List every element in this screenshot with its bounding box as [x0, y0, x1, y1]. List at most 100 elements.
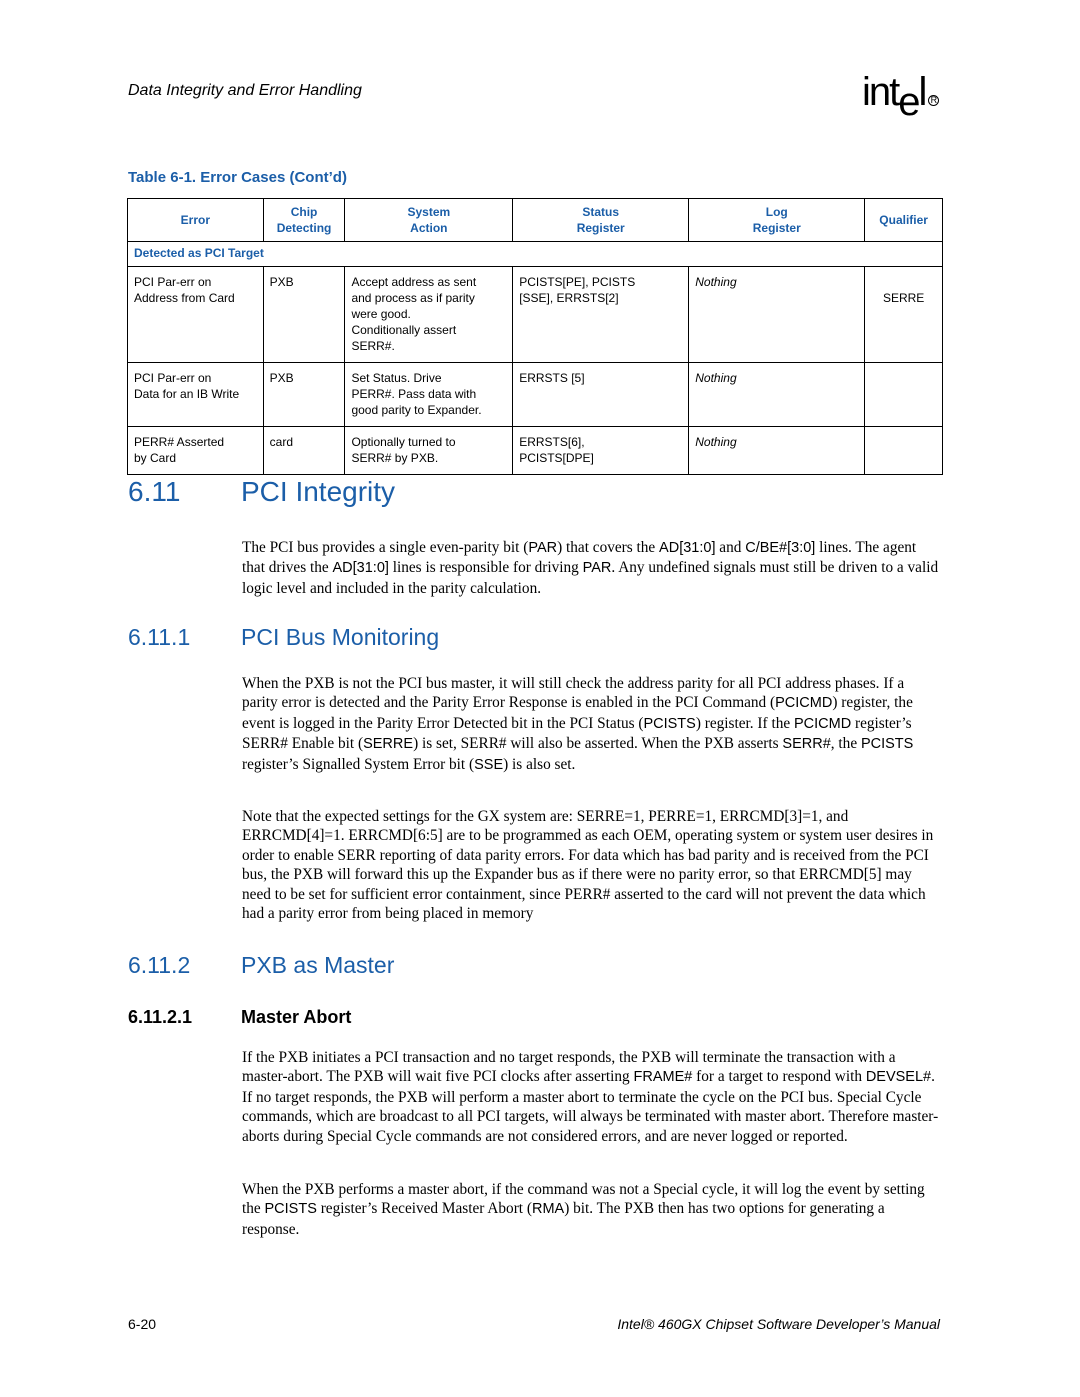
col-header-log: Log Register — [688, 198, 866, 242]
paragraph-pci-integrity: The PCI bus provides a single even-parit… — [242, 538, 942, 598]
col-header-label: System — [407, 205, 451, 219]
section-number: 6.11.1 — [128, 624, 191, 650]
register-name: PCICMD — [793, 715, 852, 732]
signal-name: PAR — [528, 540, 558, 556]
col-header-label: Detecting — [276, 221, 332, 235]
section-number: 6.11.2 — [128, 952, 191, 978]
text-run: for a target to respond with — [692, 1068, 866, 1086]
signal-name: AD[31:0] — [659, 540, 716, 556]
col-header-label: Error — [180, 213, 210, 227]
heading-6-11-2-1: 6.11.2.1 Master Abort — [128, 1007, 351, 1028]
col-header-label: Action — [410, 221, 448, 235]
signal-name: PAR — [582, 560, 612, 577]
cell-action: Accept address as sent and process as if … — [344, 266, 514, 363]
cell-qualifier — [864, 362, 943, 427]
section-title: PCI Bus Monitoring — [241, 624, 440, 650]
section-number: 6.11 — [128, 476, 181, 507]
table-caption: Table 6-1. Error Cases (Cont’d) — [128, 169, 347, 186]
cell-line: SERRE — [882, 291, 925, 305]
register-name: PCISTS — [643, 715, 696, 732]
cell-error: PERR# Asserted by Card — [127, 426, 264, 475]
cell-line: SERR# by PXB. — [351, 451, 439, 465]
register-name: PCISTS — [860, 736, 914, 753]
register-name: PCICMD — [775, 695, 833, 712]
text-run: The PCI bus provides a single even-parit… — [242, 539, 529, 556]
col-header-error: Error — [127, 198, 264, 242]
cell-status: ERRSTS[6], PCISTS[DPE] — [512, 426, 690, 475]
col-header-system: System Action — [344, 198, 514, 242]
cell-line: Accept address as sent — [351, 275, 477, 289]
signal-name: DEVSEL# — [865, 1069, 932, 1086]
section-title: Master Abort — [241, 1007, 352, 1027]
register-name: PCISTS — [264, 1201, 317, 1218]
text-run: ) is also set. — [503, 755, 576, 773]
col-header-label: Status — [582, 205, 620, 219]
heading-6-11: 6.11 PCI Integrity — [128, 476, 395, 508]
cell-status: ERRSTS [5] — [512, 362, 690, 427]
register-name: SERRE — [363, 736, 414, 753]
paragraph-bus-monitoring-1: When the PXB is not the PCI bus master, … — [242, 674, 942, 775]
col-header-qualifier: Qualifier — [864, 198, 943, 242]
cell-chip: PXB — [262, 362, 346, 427]
cell-line: PCISTS[PE], PCISTS — [519, 275, 636, 289]
error-cases-table: Error Chip Detecting System Action Status R… — [127, 198, 943, 475]
cell-line: PCI Par-err on — [134, 371, 212, 385]
signal-name: FRAME# — [633, 1069, 693, 1086]
cell-line: ERRSTS[6], — [519, 435, 585, 449]
table-row: PERR# Asserted by Card card Optionally tu… — [127, 426, 943, 475]
col-header-label: Register — [576, 221, 625, 235]
text-run: lines is responsible for driving — [388, 559, 583, 577]
section-title: PXB as Master — [241, 952, 395, 978]
cell-line: PERR# Asserted — [134, 435, 225, 449]
text-run: register’s Signalled System Error bit ( — [242, 755, 475, 773]
register-name: SSE — [474, 756, 504, 773]
cell-log: Nothing — [688, 266, 866, 363]
group-label: Detected as PCI Target — [127, 241, 943, 267]
cell-line: Address from Card — [134, 291, 235, 305]
cell-line: PERR#. Pass data with — [351, 387, 477, 401]
signal-name: AD[31:0] — [332, 560, 389, 577]
heading-6-11-1: 6.11.1 PCI Bus Monitoring — [128, 624, 439, 651]
paragraph-master-abort-1: If the PXB initiates a PCI transaction a… — [242, 1048, 942, 1146]
table-row: PCI Par-err on Address from Card PXB Acce… — [127, 266, 943, 363]
section-number: 6.11.2.1 — [128, 1007, 193, 1027]
cell-line: PCI Par-err on — [134, 275, 212, 289]
cell-log: Nothing — [688, 362, 866, 427]
manual-title: Intel® 460GX Chipset Software Developer’… — [617, 1316, 940, 1332]
col-header-status: Status Register — [512, 198, 690, 242]
signal-name: C/BE#[3:0] — [745, 540, 816, 556]
signal-name: SERR# — [782, 736, 831, 753]
text-run: ) that covers the — [557, 539, 660, 556]
cell-line: [SSE], ERRSTS[2] — [519, 291, 619, 305]
intel-logo: intel R — [862, 70, 940, 124]
cell-line: by Card — [134, 451, 177, 465]
section-title: PCI Integrity — [241, 476, 396, 507]
running-header: Data Integrity and Error Handling — [128, 82, 362, 99]
cell-line: Conditionally assert — [351, 323, 457, 337]
cell-line: Optionally turned to — [351, 435, 456, 449]
logo-text: int — [862, 70, 900, 114]
logo-tail: l — [918, 70, 928, 114]
cell-line: were good. — [351, 307, 411, 321]
cell-error: PCI Par-err on Address from Card — [127, 266, 264, 363]
cell-status: PCISTS[PE], PCISTS [SSE], ERRSTS[2] — [512, 266, 690, 363]
col-header-label: Chip — [290, 205, 318, 219]
cell-line: Data for an IB Write — [134, 387, 240, 401]
table-group-row: Detected as PCI Target — [127, 241, 943, 267]
paragraph-bus-monitoring-2: Note that the expected settings for the … — [242, 808, 934, 923]
text-run: , the — [830, 735, 861, 753]
paragraph-master-abort-2: When the PXB performs a master abort, if… — [242, 1180, 942, 1239]
table-header-row: Error Chip Detecting System Action Status R… — [127, 198, 943, 242]
cell-chip: card — [262, 426, 346, 475]
table-row: PCI Par-err on Data for an IB Write PXB S… — [127, 362, 943, 427]
cell-chip: PXB — [262, 266, 346, 363]
cell-line: good parity to Expander. — [351, 403, 482, 417]
text-run: and — [715, 539, 746, 556]
cell-log: Nothing — [688, 426, 866, 475]
page-number: 6-20 — [128, 1316, 157, 1332]
col-header-label: Register — [752, 221, 801, 235]
register-name: RMA — [531, 1201, 565, 1218]
cell-action: Optionally turned to SERR# by PXB. — [344, 426, 514, 475]
col-header-label: Qualifier — [879, 213, 928, 227]
col-header-label: Log — [765, 205, 788, 219]
